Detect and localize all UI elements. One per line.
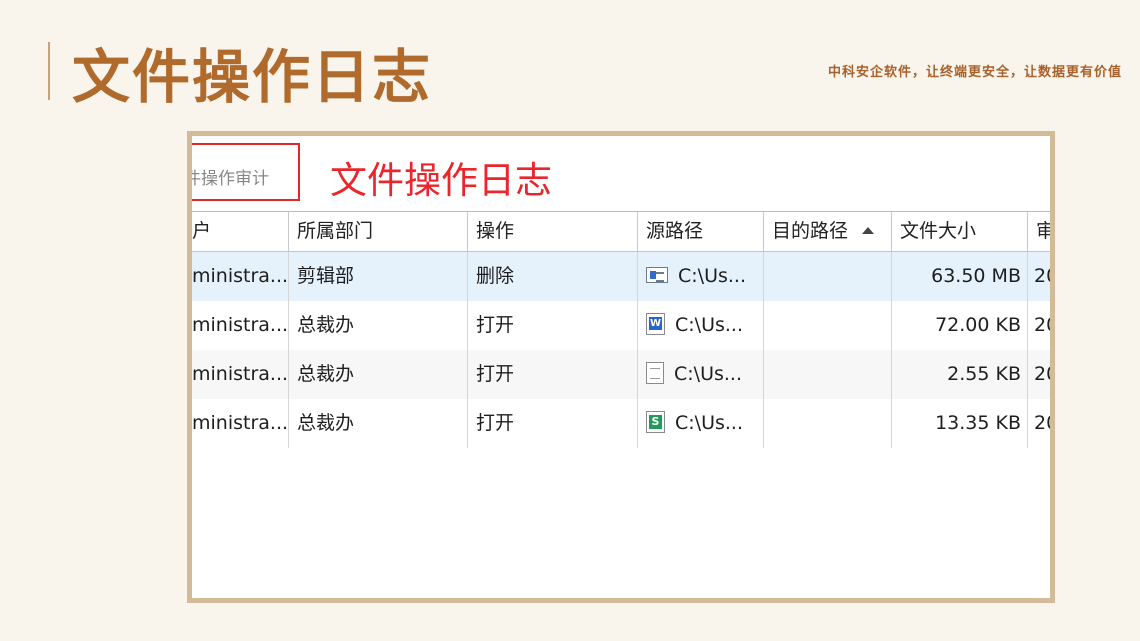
cell-operation: 删除: [468, 252, 638, 301]
exe-file-icon: [646, 267, 668, 283]
column-header-label: 目的路径: [772, 220, 849, 242]
table-row[interactable]: ministra... 总裁办 打开 C:\Us... 2.55 KB 20: [192, 350, 1050, 399]
cell-source-path: C:\Us...: [638, 252, 764, 301]
screenshot-frame: 件操作审计 文件操作日志 户 所属部门 操作 源路径 目的路径 文件大小 审 m…: [187, 131, 1055, 603]
cell-dest-path: [764, 301, 892, 350]
column-header-audit-time[interactable]: 审: [1028, 212, 1050, 251]
column-header-label: 操作: [476, 220, 515, 242]
cell-file-size: 13.35 KB: [892, 399, 1028, 448]
column-header-department[interactable]: 所属部门: [289, 212, 468, 251]
cell-audit-time: 20: [1034, 265, 1050, 287]
cell-dest-path: [764, 350, 892, 399]
cell-dest-path: [764, 252, 892, 301]
title-accent-bar: [48, 42, 50, 100]
cell-department: 总裁办: [289, 350, 468, 399]
source-path-text: C:\Us...: [678, 265, 746, 287]
cell-audit-time: 20: [1034, 363, 1050, 385]
column-header-label: 审: [1036, 220, 1050, 242]
column-header-label: 源路径: [646, 220, 704, 242]
column-header-user[interactable]: 户: [192, 212, 289, 251]
cell-department: 总裁办: [289, 301, 468, 350]
slide-slogan: 中科安企软件，让终端更安全，让数据更有价值: [827, 65, 1122, 80]
cell-user: ministra...: [192, 350, 289, 399]
cell-department: 总裁办: [289, 399, 468, 448]
cell-file-size: 63.50 MB: [892, 252, 1028, 301]
cell-operation: 打开: [468, 399, 638, 448]
word-file-icon: [646, 313, 665, 335]
cell-operation: 打开: [468, 350, 638, 399]
cell-user: ministra...: [192, 399, 289, 448]
cell-department: 剪辑部: [289, 252, 468, 301]
column-header-operation[interactable]: 操作: [468, 212, 638, 251]
column-header-dest-path[interactable]: 目的路径: [764, 212, 892, 251]
table-row[interactable]: ministra... 总裁办 打开 C:\Us... 13.35 KB 20: [192, 399, 1050, 448]
cell-user: ministra...: [192, 252, 289, 301]
cell-source-path: C:\Us...: [638, 399, 764, 448]
column-header-file-size[interactable]: 文件大小: [892, 212, 1028, 251]
table-row[interactable]: ministra... 总裁办 打开 C:\Us... 72.00 KB 20: [192, 301, 1050, 350]
cell-user: ministra...: [192, 301, 289, 350]
column-header-label: 户: [192, 220, 212, 242]
column-header-label: 文件大小: [900, 220, 977, 242]
tab-label: 件操作审计: [192, 169, 269, 189]
file-log-window: 件操作审计 文件操作日志 户 所属部门 操作 源路径 目的路径 文件大小 审 m…: [192, 136, 1050, 598]
annotation-label: 文件操作日志: [330, 159, 552, 202]
spreadsheet-file-icon: [646, 411, 665, 433]
cell-dest-path: [764, 399, 892, 448]
cell-source-path: C:\Us...: [638, 350, 764, 399]
source-path-text: C:\Us...: [674, 363, 742, 385]
cell-file-size: 72.00 KB: [892, 301, 1028, 350]
table-header: 户 所属部门 操作 源路径 目的路径 文件大小 审: [192, 212, 1050, 252]
table-row[interactable]: ministra... 剪辑部 删除 C:\Us... 63.50 MB 20: [192, 252, 1050, 301]
slide-title: 文件操作日志: [72, 43, 433, 111]
cell-source-path: C:\Us...: [638, 301, 764, 350]
sort-ascending-icon: [862, 227, 875, 234]
column-header-source-path[interactable]: 源路径: [638, 212, 764, 251]
source-path-text: C:\Us...: [675, 412, 743, 434]
text-file-icon: [646, 362, 664, 384]
cell-audit-time: 20: [1034, 314, 1050, 336]
source-path-text: C:\Us...: [675, 314, 743, 336]
cell-audit-time: 20: [1034, 412, 1050, 434]
cell-file-size: 2.55 KB: [892, 350, 1028, 399]
column-header-label: 所属部门: [297, 220, 374, 242]
cell-operation: 打开: [468, 301, 638, 350]
